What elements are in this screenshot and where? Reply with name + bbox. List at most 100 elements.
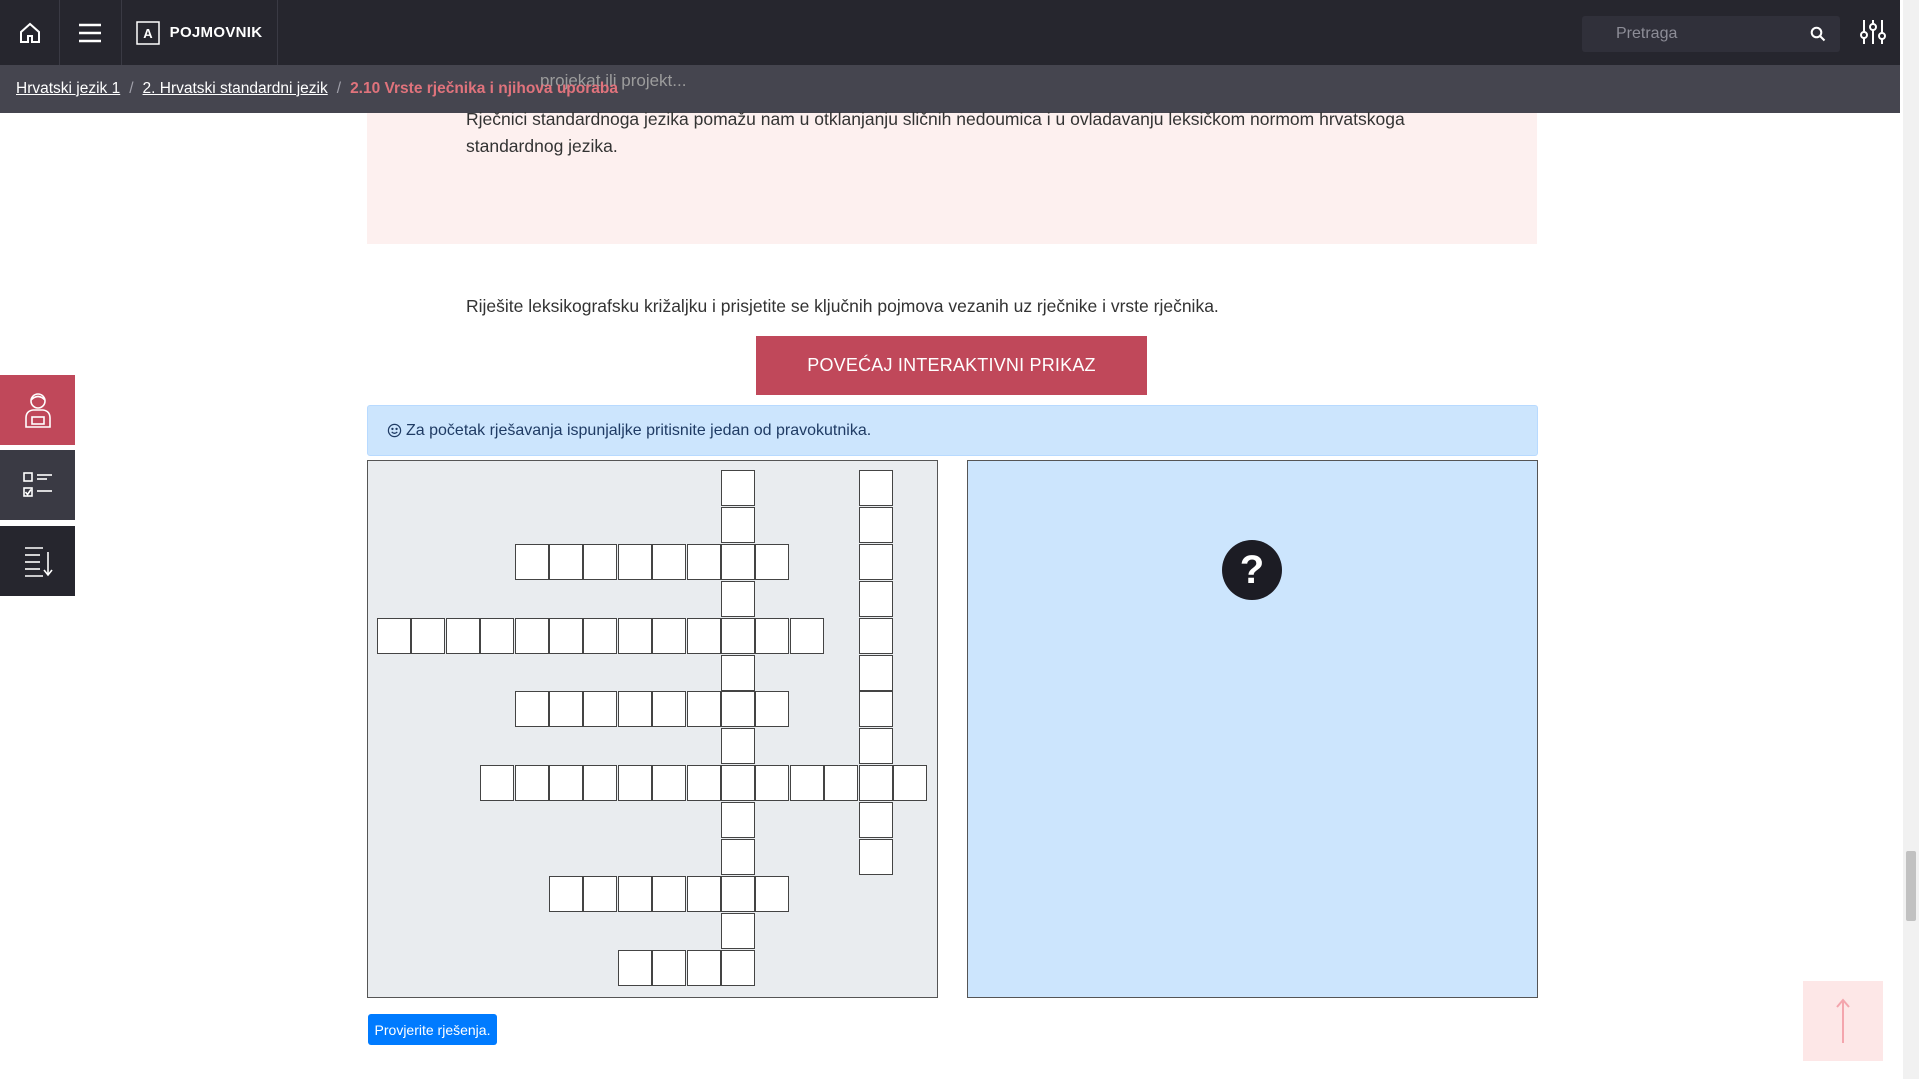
logo-letter: A: [143, 26, 153, 41]
crossword-cell[interactable]: [687, 950, 721, 986]
crossword-cell[interactable]: [859, 581, 893, 617]
crossword-cell[interactable]: [859, 655, 893, 691]
back-to-top-button[interactable]: [1803, 981, 1883, 1061]
crossword-cell[interactable]: [721, 950, 755, 986]
home-button[interactable]: [0, 0, 60, 65]
crossword-cell[interactable]: [755, 691, 789, 727]
crossword-cell[interactable]: [755, 618, 789, 654]
settings-sliders-icon[interactable]: [1860, 18, 1886, 46]
crossword-cell[interactable]: [652, 950, 686, 986]
crossword-cell[interactable]: [859, 470, 893, 506]
crossword-cell[interactable]: [790, 618, 824, 654]
crossword-cell[interactable]: [859, 691, 893, 727]
breadcrumb: Hrvatski jezik 1 / 2. Hrvatski standardni …: [16, 80, 618, 98]
crossword-cell[interactable]: [859, 839, 893, 875]
crossword-cell[interactable]: [549, 544, 583, 580]
sort-list-icon: [24, 547, 53, 577]
crossword-cell[interactable]: [755, 876, 789, 912]
crossword-cell[interactable]: [755, 544, 789, 580]
crossword-cell[interactable]: [549, 765, 583, 801]
crossword-cell[interactable]: [618, 950, 652, 986]
breadcrumb-separator: /: [336, 80, 342, 97]
menu-button[interactable]: [59, 0, 122, 65]
crossword-cell[interactable]: [618, 876, 652, 912]
crossword-cell[interactable]: [859, 618, 893, 654]
crossword-cell[interactable]: [687, 876, 721, 912]
crossword-cell[interactable]: [687, 691, 721, 727]
crossword-cell[interactable]: [893, 765, 927, 801]
crossword-cell[interactable]: [652, 765, 686, 801]
crossword-cell[interactable]: [583, 876, 617, 912]
crossword-cell[interactable]: [515, 544, 549, 580]
crossword-cell[interactable]: [755, 765, 789, 801]
crossword-cell[interactable]: [618, 618, 652, 654]
sort-tool-button[interactable]: [0, 526, 75, 596]
crossword-cell[interactable]: [721, 691, 755, 727]
crossword-cell[interactable]: [687, 544, 721, 580]
crossword-cell[interactable]: [618, 544, 652, 580]
crossword-cell[interactable]: [687, 765, 721, 801]
crossword-cell[interactable]: [549, 691, 583, 727]
check-solutions-button[interactable]: Provjerite rješenja.: [368, 1014, 497, 1045]
crossword-cell[interactable]: [549, 876, 583, 912]
crossword-cell[interactable]: [721, 544, 755, 580]
crossword-cell[interactable]: [859, 544, 893, 580]
crossword-cell[interactable]: [721, 876, 755, 912]
highlight-box-text: Rječnici standardnoga jezika pomažu nam …: [466, 109, 1405, 156]
search-icon[interactable]: [1810, 26, 1826, 42]
breadcrumb-separator: /: [129, 80, 134, 97]
crossword-cell[interactable]: [859, 765, 893, 801]
crossword-cell[interactable]: [583, 618, 617, 654]
crossword-cell[interactable]: [721, 470, 755, 506]
crossword-cell[interactable]: [377, 618, 411, 654]
breadcrumb-link-course[interactable]: Hrvatski jezik 1: [16, 80, 120, 97]
crossword-cell[interactable]: [446, 618, 480, 654]
crossword-cell[interactable]: [515, 765, 549, 801]
crossword-cell[interactable]: [721, 839, 755, 875]
crossword-cell[interactable]: [583, 544, 617, 580]
crossword-cell[interactable]: [480, 765, 514, 801]
home-icon: [19, 22, 40, 43]
arrow-up-icon: [1836, 998, 1850, 1043]
crossword-cell[interactable]: [652, 691, 686, 727]
crossword-cell[interactable]: [824, 765, 858, 801]
crossword-cell[interactable]: [721, 802, 755, 838]
crossword-cell[interactable]: [721, 765, 755, 801]
crossword-cell[interactable]: [721, 507, 755, 543]
crossword-cell[interactable]: [583, 765, 617, 801]
crossword-cell[interactable]: [859, 802, 893, 838]
crossword-grid: [367, 460, 938, 998]
crossword-cell[interactable]: [652, 876, 686, 912]
svg-text:?: ?: [1240, 548, 1264, 592]
search-input[interactable]: [1582, 16, 1816, 52]
info-alert: Za početak rješavanja ispunjaljke pritis…: [367, 405, 1538, 456]
scrollbar-thumb[interactable]: [1906, 851, 1916, 921]
crossword-cell[interactable]: [618, 765, 652, 801]
crossword-cell[interactable]: [859, 507, 893, 543]
crossword-cell[interactable]: [721, 618, 755, 654]
pojmovnik-button[interactable]: A POJMOVNIK: [121, 0, 278, 65]
crossword-cell[interactable]: [652, 618, 686, 654]
crossword-cell[interactable]: [549, 618, 583, 654]
breadcrumb-link-chapter[interactable]: 2. Hrvatski standardni jezik: [143, 80, 328, 97]
crossword-cell[interactable]: [583, 691, 617, 727]
crossword-cell[interactable]: [618, 691, 652, 727]
checklist-tool-button[interactable]: [0, 450, 75, 520]
crossword-cell[interactable]: [859, 728, 893, 764]
info-text: Za početak rješavanja ispunjaljke pritis…: [406, 421, 872, 439]
crossword-cell[interactable]: [721, 581, 755, 617]
enlarge-interactive-button[interactable]: POVEĆAJ INTERAKTIVNI PRIKAZ: [756, 336, 1147, 395]
search-box: [1582, 16, 1840, 52]
crossword-cell[interactable]: [721, 655, 755, 691]
crossword-cell[interactable]: [515, 618, 549, 654]
crossword-cell[interactable]: [721, 728, 755, 764]
pojmovnik-label: POJMOVNIK: [169, 24, 263, 41]
crossword-cell[interactable]: [411, 618, 445, 654]
crossword-cell[interactable]: [687, 618, 721, 654]
crossword-cell[interactable]: [515, 691, 549, 727]
crossword-cell[interactable]: [721, 913, 755, 949]
crossword-cell[interactable]: [480, 618, 514, 654]
avatar-tool-button[interactable]: [0, 375, 75, 445]
crossword-cell[interactable]: [652, 544, 686, 580]
crossword-cell[interactable]: [790, 765, 824, 801]
